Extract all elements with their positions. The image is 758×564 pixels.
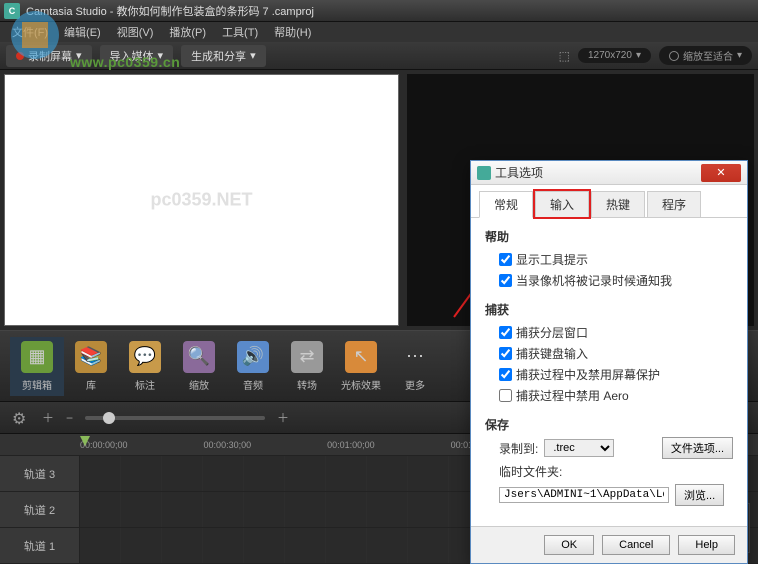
menu-view[interactable]: 视图(V) <box>109 22 162 42</box>
track-header-2[interactable]: 轨道 2 <box>0 492 80 527</box>
clipbin-icon: ▦ <box>21 341 53 373</box>
dialog-body: 帮助 显示工具提示 当录像机将被记录时候通知我 捕获 捕获分层窗口 捕获键盘输入… <box>471 218 747 526</box>
transitions-icon: ⇄ <box>291 341 323 373</box>
ribbon-callouts[interactable]: 💬标注 <box>118 337 172 396</box>
chk-tooltips[interactable]: 显示工具提示 <box>485 249 733 270</box>
chk-notify[interactable]: 当录像机将被记录时候通知我 <box>485 270 733 291</box>
tab-inputs[interactable]: 输入 <box>535 191 589 217</box>
browse-button[interactable]: 浏览... <box>675 484 724 506</box>
section-save-title: 保存 <box>485 416 733 433</box>
ribbon-zoom[interactable]: 🔍缩放 <box>172 337 226 396</box>
callouts-icon: 💬 <box>129 341 161 373</box>
produce-label: 生成和分享 <box>191 48 246 64</box>
aspect-toggle-icon[interactable]: ⬚ <box>559 49 570 63</box>
dialog-title: 工具选项 <box>495 164 701 181</box>
watermark-logo-icon <box>8 8 62 62</box>
dialog-tabs: 常规 输入 热键 程序 <box>471 185 747 218</box>
ribbon-cursor[interactable]: ↖光标效果 <box>334 337 388 396</box>
watermark-center: pc0359.NET <box>150 190 252 211</box>
record-format-select[interactable]: .trec <box>544 439 614 457</box>
ribbon-library[interactable]: 📚库 <box>64 337 118 396</box>
tempfolder-label: 临时文件夹: <box>499 463 562 480</box>
chk-keyboard-input[interactable] <box>499 347 512 360</box>
track-header-1[interactable]: 轨道 1 <box>0 528 80 563</box>
section-capture: 捕获 捕获分层窗口 捕获键盘输入 捕获过程中及禁用屏幕保护 捕获过程中禁用 Ae… <box>485 301 733 406</box>
cancel-button[interactable]: Cancel <box>602 535 670 555</box>
resolution-selector[interactable]: 1270x720 ▾ <box>578 48 651 63</box>
dialog-footer: OK Cancel Help <box>471 526 747 563</box>
ok-button[interactable]: OK <box>544 535 594 555</box>
ribbon-transitions[interactable]: ⇄转场 <box>280 337 334 396</box>
chk-layered[interactable]: 捕获分层窗口 <box>485 322 733 343</box>
produce-share-button[interactable]: 生成和分享 ▾ <box>181 45 266 67</box>
library-icon: 📚 <box>75 341 107 373</box>
timeline-settings-icon[interactable]: ⚙ <box>12 409 30 427</box>
zoom-in-icon[interactable]: ＋ <box>277 409 289 426</box>
add-marker-icon[interactable]: ＋ <box>42 409 54 426</box>
ribbon-audio[interactable]: 🔊音频 <box>226 337 280 396</box>
menu-tools[interactable]: 工具(T) <box>214 22 266 42</box>
dialog-close-button[interactable]: ✕ <box>701 164 741 182</box>
chk-screensaver-input[interactable] <box>499 368 512 381</box>
chk-screensaver[interactable]: 捕获过程中及禁用屏幕保护 <box>485 364 733 385</box>
search-icon <box>669 51 679 61</box>
menu-help[interactable]: 帮助(H) <box>266 22 319 42</box>
dialog-app-icon <box>477 166 491 180</box>
section-capture-title: 捕获 <box>485 301 733 318</box>
menubar: 文件(F) 编辑(E) 视图(V) 播放(P) 工具(T) 帮助(H) <box>0 22 758 42</box>
tab-general[interactable]: 常规 <box>479 191 533 218</box>
ruler-stamp: 00:00:30;00 <box>204 440 252 450</box>
chk-notify-input[interactable] <box>499 274 512 287</box>
more-icon: ⋯ <box>399 341 431 373</box>
window-titlebar: C Camtasia Studio - 教你如何制作包装盒的条形码 7 .cam… <box>0 0 758 22</box>
section-help-title: 帮助 <box>485 228 733 245</box>
chk-aero[interactable]: 捕获过程中禁用 Aero <box>485 385 733 406</box>
menu-play[interactable]: 播放(P) <box>161 22 214 42</box>
ribbon-more[interactable]: ⋯更多 <box>388 337 442 396</box>
zoom-out-icon[interactable]: − <box>66 411 73 425</box>
section-save: 保存 录制到: .trec 文件选项... 临时文件夹: 浏览... <box>485 416 733 506</box>
ruler-stamp: 00:01:00;00 <box>327 440 375 450</box>
chk-layered-input[interactable] <box>499 326 512 339</box>
section-help: 帮助 显示工具提示 当录像机将被记录时候通知我 <box>485 228 733 291</box>
ribbon-clipbin[interactable]: ▦剪辑箱 <box>10 337 64 396</box>
dialog-titlebar[interactable]: 工具选项 ✕ <box>471 161 747 185</box>
tools-options-dialog: 工具选项 ✕ 常规 输入 热键 程序 帮助 显示工具提示 当录像机将被记录时候通… <box>470 160 748 564</box>
app-title: Camtasia Studio - 教你如何制作包装盒的条形码 7 .campr… <box>26 3 314 19</box>
zoom-slider[interactable] <box>85 416 265 420</box>
help-button[interactable]: Help <box>678 535 735 555</box>
audio-icon: 🔊 <box>237 341 269 373</box>
tab-program[interactable]: 程序 <box>647 191 701 217</box>
file-options-button[interactable]: 文件选项... <box>662 437 733 459</box>
track-header-3[interactable]: 轨道 3 <box>0 456 80 491</box>
zoom-icon: 🔍 <box>183 341 215 373</box>
watermark-url: www.pc0359.cn <box>70 54 180 70</box>
cursor-icon: ↖ <box>345 341 377 373</box>
chk-keyboard[interactable]: 捕获键盘输入 <box>485 343 733 364</box>
chk-aero-input[interactable] <box>499 389 512 402</box>
tab-hotkeys[interactable]: 热键 <box>591 191 645 217</box>
zoom-fit-selector[interactable]: 缩放至适合 ▾ <box>659 46 752 65</box>
recordto-label: 录制到: <box>499 440 538 457</box>
menu-edit[interactable]: 编辑(E) <box>56 22 109 42</box>
zoom-thumb[interactable] <box>103 412 115 424</box>
chk-tooltips-input[interactable] <box>499 253 512 266</box>
canvas-panel[interactable]: pc0359.NET <box>4 74 399 326</box>
tempfolder-input[interactable] <box>499 487 669 503</box>
